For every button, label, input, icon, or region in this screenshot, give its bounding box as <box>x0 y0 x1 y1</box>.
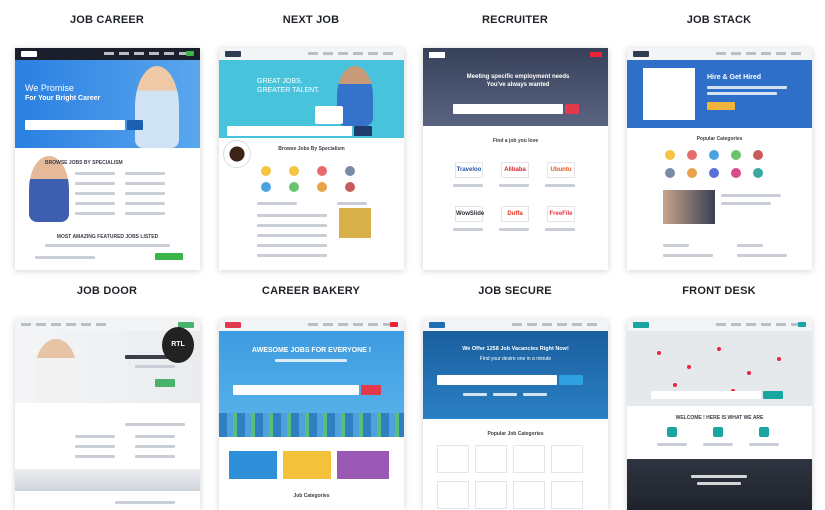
company-logo: FreeFile <box>547 206 575 222</box>
hero-search-button[interactable] <box>361 385 381 395</box>
company-logo: Traveloo <box>455 162 483 178</box>
city-illustration <box>219 413 404 437</box>
promo-card-yellow <box>283 451 331 479</box>
template-card-job-secure[interactable]: We Offer 1258 Job Vacancies Right Now! F… <box>423 319 608 510</box>
hero: Hire & Get Hired <box>627 60 812 128</box>
laptop-image <box>315 106 343 124</box>
hero-heading-line1: GREAT JOBS. <box>257 78 303 85</box>
hero-person-image <box>135 66 179 148</box>
navbar <box>219 48 404 60</box>
hero-search-input[interactable] <box>227 126 352 136</box>
category-tile[interactable] <box>475 445 507 473</box>
dark-banner <box>627 459 812 510</box>
template-title-job-stack: JOB STACK <box>686 14 752 26</box>
template-title-recruiter: RECRUITER <box>482 14 548 26</box>
hero: We Promise For Your Bright Career <box>15 60 200 148</box>
hero-heading: Hire & Get Hired <box>707 74 762 81</box>
hero-heading-line2: For Your Bright Career <box>25 95 101 102</box>
apply-button[interactable] <box>155 253 183 260</box>
template-card-next-job[interactable]: GREAT JOBS. GREATER TALENT. Browse Jobs … <box>219 48 404 270</box>
find-job-heading: Find a job you love <box>492 138 539 144</box>
category-tile[interactable] <box>513 481 545 509</box>
category-tile[interactable] <box>475 481 507 509</box>
hero: Meeting specific employment needs You've… <box>423 48 608 126</box>
hero-search-button[interactable] <box>127 120 143 130</box>
hero: We Offer 1258 Job Vacancies Right Now! F… <box>423 331 608 419</box>
hero-button[interactable] <box>707 102 735 110</box>
template-title-next-job: NEXT JOB <box>282 14 340 26</box>
hero-search-input[interactable] <box>453 104 563 114</box>
featured-job-image <box>339 208 371 238</box>
company-logo: Duffa <box>501 206 529 222</box>
hero-search-input[interactable] <box>25 120 125 130</box>
hero-heading-line1: Meeting specific employment needs <box>466 74 570 80</box>
navbar <box>219 319 404 331</box>
category-tile[interactable] <box>437 445 469 473</box>
hero-search-button[interactable] <box>565 104 579 114</box>
template-card-job-door[interactable]: RTL <box>15 319 200 510</box>
featured-heading: MOST AMAZING FEATURED JOBS LISTED <box>56 234 159 240</box>
navbar <box>627 48 812 60</box>
map-search-button[interactable] <box>763 391 783 399</box>
navbar <box>15 48 200 60</box>
template-card-front-desk[interactable]: WELCOME ! HERE IS WHAT WE ARE <box>627 319 812 510</box>
team-image <box>663 190 715 224</box>
categories-heading: Popular Job Categories <box>487 431 544 437</box>
hero-heading-line2: Find your desire one in a minute <box>479 356 552 362</box>
category-tile[interactable] <box>551 481 583 509</box>
specialism-heading: Browse Jobs By Specialism <box>278 146 345 152</box>
company-logo: Ubuntu <box>547 162 575 178</box>
company-logo: Alibaba <box>501 162 529 178</box>
promo-card-blue <box>229 451 277 479</box>
hero-search-button[interactable] <box>354 126 372 136</box>
promo-card-purple <box>337 451 389 479</box>
hero: AWESOME JOBS FOR EVERYONE ! <box>219 331 404 437</box>
template-card-job-career[interactable]: We Promise For Your Bright Career BROWSE… <box>15 48 200 270</box>
coffee-cup-image <box>223 140 251 168</box>
hero-search-button[interactable] <box>559 375 583 385</box>
navbar <box>423 319 608 331</box>
hero-heading-line2: GREATER TALENT. <box>257 87 320 94</box>
hero-heading-line2: You've always wanted <box>486 82 550 88</box>
category-tile[interactable] <box>513 445 545 473</box>
template-title-front-desk: FRONT DESK <box>682 285 756 297</box>
welcome-heading: WELCOME ! HERE IS WHAT WE ARE <box>675 415 764 421</box>
template-card-recruiter[interactable]: Meeting specific employment needs You've… <box>423 48 608 270</box>
categories-heading: Popular Categories <box>696 136 743 142</box>
template-title-job-career: JOB CAREER <box>69 14 145 26</box>
map <box>627 331 812 406</box>
template-title-career-bakery: CAREER BAKERY <box>261 285 361 297</box>
map-search-input[interactable] <box>651 391 761 399</box>
city-skyline-image <box>15 469 200 491</box>
category-tile[interactable] <box>437 481 469 509</box>
hero-search-input[interactable] <box>233 385 359 395</box>
rtl-badge: RTL <box>162 327 194 363</box>
template-title-job-door: JOB DOOR <box>76 285 138 297</box>
categories-heading: Job Categories <box>293 493 330 499</box>
hero: GREAT JOBS. GREATER TALENT. <box>219 60 404 138</box>
category-tile[interactable] <box>551 445 583 473</box>
template-title-job-secure: JOB SECURE <box>478 285 552 297</box>
template-card-job-stack[interactable]: Hire & Get Hired Popular Categories <box>627 48 812 270</box>
specialism-heading: BROWSE JOBS BY SPECIALISM <box>45 160 123 166</box>
hero-heading: AWESOME JOBS FOR EVERYONE ! <box>251 347 372 354</box>
hero-heading-line1: We Promise <box>25 83 74 93</box>
hero-form <box>643 68 695 120</box>
navbar <box>627 319 812 331</box>
hero-search-input[interactable] <box>437 375 557 385</box>
company-logo: WowSlide <box>455 206 484 222</box>
hero-heading-line1: We Offer 1258 Job Vacancies Right Now! <box>462 346 569 352</box>
template-card-career-bakery[interactable]: AWESOME JOBS FOR EVERYONE ! Job Categori… <box>219 319 404 510</box>
hero-person-image <box>35 339 77 403</box>
hero-button[interactable] <box>155 379 175 387</box>
